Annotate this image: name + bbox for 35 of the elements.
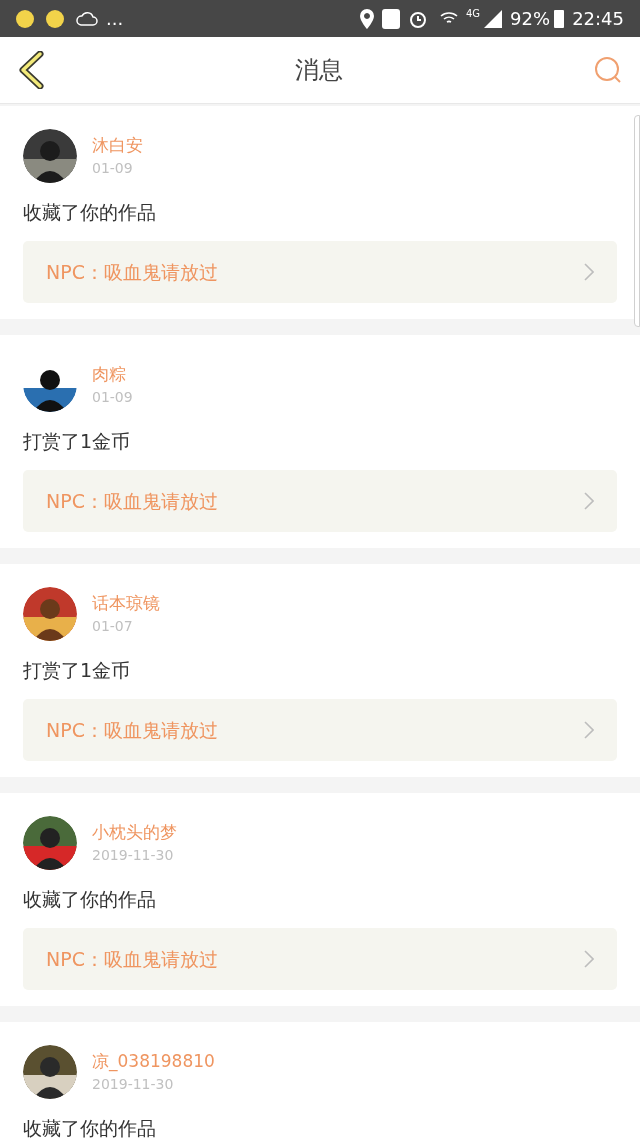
work-link[interactable]: NPC：吸血鬼请放过 xyxy=(23,928,617,990)
battery-icon xyxy=(554,9,565,28)
network-text: 4G xyxy=(466,7,481,21)
message-text: 收藏了你的作品 xyxy=(23,1116,157,1138)
chevron-icon xyxy=(584,263,594,281)
message-text: 收藏了你的作品 xyxy=(23,200,157,225)
time-text: 22:45 xyxy=(572,7,624,31)
location-icon xyxy=(360,8,374,29)
user-name[interactable]: 沐白安 xyxy=(92,133,143,157)
notification-icon xyxy=(46,9,64,28)
work-link[interactable]: NPC：吸血鬼请放过 xyxy=(23,470,617,532)
message-date: 01-09 xyxy=(92,388,133,407)
signal-icon xyxy=(484,9,503,28)
battery-text: 92% xyxy=(510,7,551,31)
user-name[interactable]: 凉_038198810 xyxy=(92,1049,215,1073)
user-name[interactable]: 肉粽 xyxy=(92,362,133,386)
chevron-icon xyxy=(584,492,594,510)
work-link[interactable]: NPC：吸血鬼请放过 xyxy=(23,241,617,303)
message-date: 2019-11-30 xyxy=(92,846,175,865)
message-text: 收藏了你的作品 xyxy=(23,887,157,912)
overflow-text: ... xyxy=(106,9,124,28)
work-link[interactable]: NPC：吸血鬼请放过 xyxy=(23,699,617,761)
back-button[interactable] xyxy=(16,50,46,90)
user-name[interactable]: 小枕头的梦 xyxy=(92,820,177,844)
message-date: 2019-11-30 xyxy=(92,1075,175,1094)
message-date: 01-09 xyxy=(92,159,134,178)
message-text: 打赏了1金币 xyxy=(23,658,132,683)
user-name[interactable]: 话本琼镜 xyxy=(92,591,160,615)
cloud-icon xyxy=(76,10,98,27)
message-date: 01-07 xyxy=(92,617,134,636)
chevron-icon xyxy=(584,950,594,968)
chevron-icon xyxy=(584,721,594,739)
notification-icon xyxy=(16,9,34,28)
window-title: 消息 xyxy=(295,55,343,86)
message-text: 打赏了1金币 xyxy=(23,429,132,454)
